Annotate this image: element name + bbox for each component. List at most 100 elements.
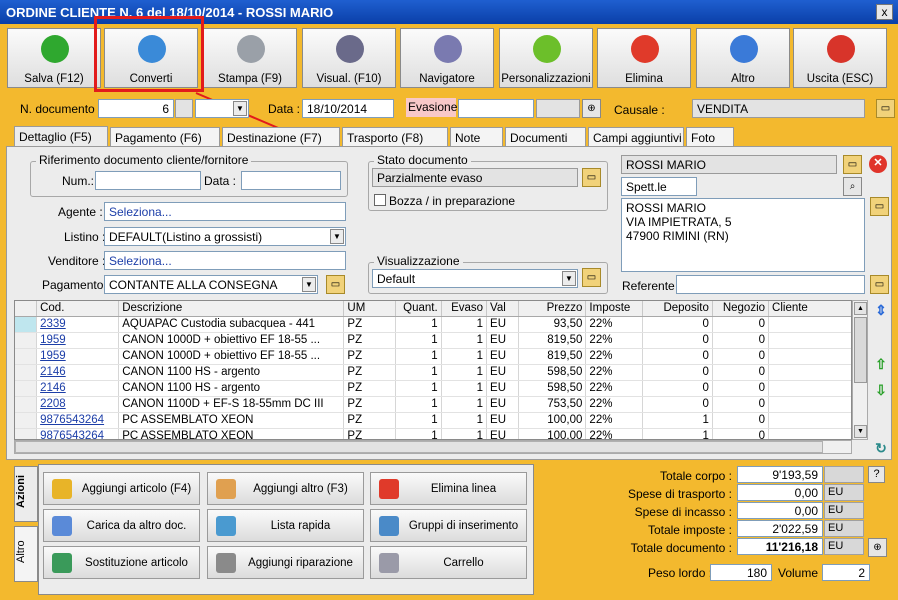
- table-cell[interactable]: 1959: [36, 348, 120, 365]
- table-cell[interactable]: 2146: [36, 380, 120, 397]
- rif-num-input[interactable]: [95, 171, 201, 190]
- folder-icon[interactable]: ▭: [843, 155, 862, 174]
- folder-icon[interactable]: ▭: [876, 99, 895, 118]
- table-row[interactable]: 2146 CANON 1100 HS - argento PZ 1 1 EU 598,50 2…: [15, 364, 851, 381]
- chevron-down-icon[interactable]: ▼: [233, 101, 247, 116]
- action-button-8[interactable]: Carrello: [370, 546, 527, 579]
- data-input[interactable]: 18/10/2014: [302, 99, 394, 118]
- table-row[interactable]: 1959 CANON 1000D + obiettivo EF 18-55 ...…: [15, 332, 851, 349]
- table-row[interactable]: 1959 CANON 1000D + obiettivo EF 18-55 ...…: [15, 348, 851, 365]
- action-button-1[interactable]: Aggiungi altro (F3): [207, 472, 364, 505]
- action-button-6[interactable]: Sostituzione articolo: [43, 546, 200, 579]
- tab-2[interactable]: Destinazione (F7): [222, 127, 340, 147]
- pagamento-dropdown[interactable]: CONTANTE ALLA CONSEGNA ▼: [104, 275, 318, 294]
- zoom-icon[interactable]: ⊕: [868, 538, 887, 557]
- scroll-thumb[interactable]: [15, 441, 823, 453]
- listino-dropdown[interactable]: DEFAULT(Listino a grossisti) ▼: [104, 227, 346, 246]
- row-selector[interactable]: [15, 412, 38, 429]
- help-button[interactable]: ?: [868, 466, 885, 483]
- remove-client-icon[interactable]: ✕: [869, 155, 887, 173]
- column-header[interactable]: Evaso: [441, 301, 488, 317]
- spese-trasporto-value[interactable]: 0,00: [737, 484, 823, 501]
- move-down-icon[interactable]: ⇩: [872, 382, 890, 400]
- table-row[interactable]: 9876543264 PC ASSEMBLATO XEON PZ 1 1 EU 100,00…: [15, 412, 851, 429]
- serie-dropdown[interactable]: ▼: [195, 99, 249, 118]
- column-header[interactable]: Deposito: [642, 301, 713, 317]
- column-header[interactable]: Cliente: [768, 301, 851, 317]
- table-cell[interactable]: 2146: [36, 364, 120, 381]
- column-header[interactable]: Descrizione: [118, 301, 345, 317]
- column-header[interactable]: Negozio: [712, 301, 770, 317]
- cliente-name[interactable]: ROSSI MARIO: [621, 155, 837, 174]
- vertical-scrollbar[interactable]: ▲ ▼: [852, 300, 868, 440]
- spese-incasso-value[interactable]: 0,00: [737, 502, 823, 519]
- scroll-thumb[interactable]: [854, 317, 867, 383]
- action-button-7[interactable]: Aggiungi riparazione: [207, 546, 364, 579]
- agente-field[interactable]: Seleziona...: [104, 202, 346, 221]
- scroll-down-icon[interactable]: ▼: [854, 425, 867, 438]
- horizontal-scrollbar[interactable]: [14, 440, 852, 454]
- folder-icon[interactable]: ▭: [870, 197, 889, 216]
- scroll-up-icon[interactable]: ▲: [854, 302, 867, 315]
- chevron-down-icon[interactable]: ▼: [562, 271, 576, 286]
- tab-6[interactable]: Campi aggiuntivi: [588, 127, 684, 147]
- folder-icon[interactable]: ▭: [582, 268, 601, 287]
- tab-7[interactable]: Foto: [686, 127, 734, 147]
- table-cell[interactable]: 1959: [36, 332, 120, 349]
- row-selector[interactable]: [15, 428, 38, 439]
- folder-icon[interactable]: ▭: [582, 168, 601, 187]
- column-header[interactable]: Quant.: [395, 301, 442, 317]
- peso-value[interactable]: 180: [710, 564, 772, 581]
- table-cell[interactable]: 2208: [36, 396, 120, 413]
- action-button-5[interactable]: Gruppi di inserimento: [370, 509, 527, 542]
- ndoc-suffix[interactable]: [175, 99, 193, 118]
- referente-input[interactable]: [676, 275, 865, 294]
- action-button-2[interactable]: Elimina linea: [370, 472, 527, 505]
- tab-azioni[interactable]: Azioni: [14, 466, 38, 522]
- folder-icon[interactable]: ▭: [870, 275, 889, 294]
- table-cell[interactable]: 2339: [36, 316, 120, 333]
- table-row[interactable]: 9876543264 PC ASSEMBLATO XEON PZ 1 1 EU 100,00…: [15, 428, 851, 439]
- column-header[interactable]: Prezzo: [518, 301, 587, 317]
- row-selector[interactable]: [15, 332, 38, 349]
- tab-0[interactable]: Dettaglio (F5): [14, 126, 108, 147]
- tab-1[interactable]: Pagamento (F6): [110, 127, 220, 147]
- row-selector[interactable]: [15, 316, 38, 333]
- action-button-0[interactable]: Aggiungi articolo (F4): [43, 472, 200, 505]
- zoom-icon[interactable]: ⊕: [582, 99, 601, 118]
- tab-altro[interactable]: Altro: [14, 526, 38, 582]
- table-row[interactable]: 2146 CANON 1100 HS - argento PZ 1 1 EU 598,50 2…: [15, 380, 851, 397]
- tab-5[interactable]: Documenti: [505, 127, 586, 147]
- table-row[interactable]: 2339 AQUAPAC Custodia subacquea - 441 PZ 1 1…: [15, 316, 851, 333]
- chevron-down-icon[interactable]: ▼: [302, 277, 316, 292]
- search-client-icon[interactable]: ⌕: [843, 177, 862, 196]
- column-header[interactable]: Imposte: [585, 301, 643, 317]
- causale-input[interactable]: VENDITA: [692, 99, 865, 118]
- table-cell[interactable]: 9876543264: [36, 428, 120, 439]
- column-header[interactable]: UM: [343, 301, 397, 317]
- venditore-field[interactable]: Seleziona...: [104, 251, 346, 270]
- move-top-icon[interactable]: ⇕: [872, 302, 890, 320]
- move-up-icon[interactable]: ⇧: [872, 356, 890, 374]
- action-button-4[interactable]: Lista rapida: [207, 509, 364, 542]
- action-button-3[interactable]: Carica da altro doc.: [43, 509, 200, 542]
- volume-value[interactable]: 2: [822, 564, 870, 581]
- row-selector[interactable]: [15, 380, 38, 397]
- row-selector[interactable]: [15, 396, 38, 413]
- column-header[interactable]: Val: [486, 301, 520, 317]
- table-row[interactable]: 2208 CANON 1100D + EF-S 18-55mm DC III PZ 1…: [15, 396, 851, 413]
- tab-4[interactable]: Note: [450, 127, 503, 147]
- row-selector[interactable]: [15, 348, 38, 365]
- rif-data-input[interactable]: [241, 171, 341, 190]
- cliente-address[interactable]: ROSSI MARIO VIA IMPIETRATA, 5 47900 RIMI…: [621, 198, 865, 272]
- refresh-icon[interactable]: ↻: [872, 440, 890, 458]
- table-cell[interactable]: 9876543264: [36, 412, 120, 429]
- bozza-checkbox[interactable]: [374, 194, 386, 206]
- folder-icon[interactable]: ▭: [326, 275, 345, 294]
- items-grid[interactable]: Cod. Descrizione UM Quant. Evaso Val Prezzo Imp…: [14, 300, 852, 440]
- chevron-down-icon[interactable]: ▼: [330, 229, 344, 244]
- row-selector[interactable]: [15, 364, 38, 381]
- cliente-title[interactable]: Spett.le: [621, 177, 697, 196]
- tab-3[interactable]: Trasporto (F8): [342, 127, 448, 147]
- visualizzazione-dropdown[interactable]: Default ▼: [372, 269, 578, 288]
